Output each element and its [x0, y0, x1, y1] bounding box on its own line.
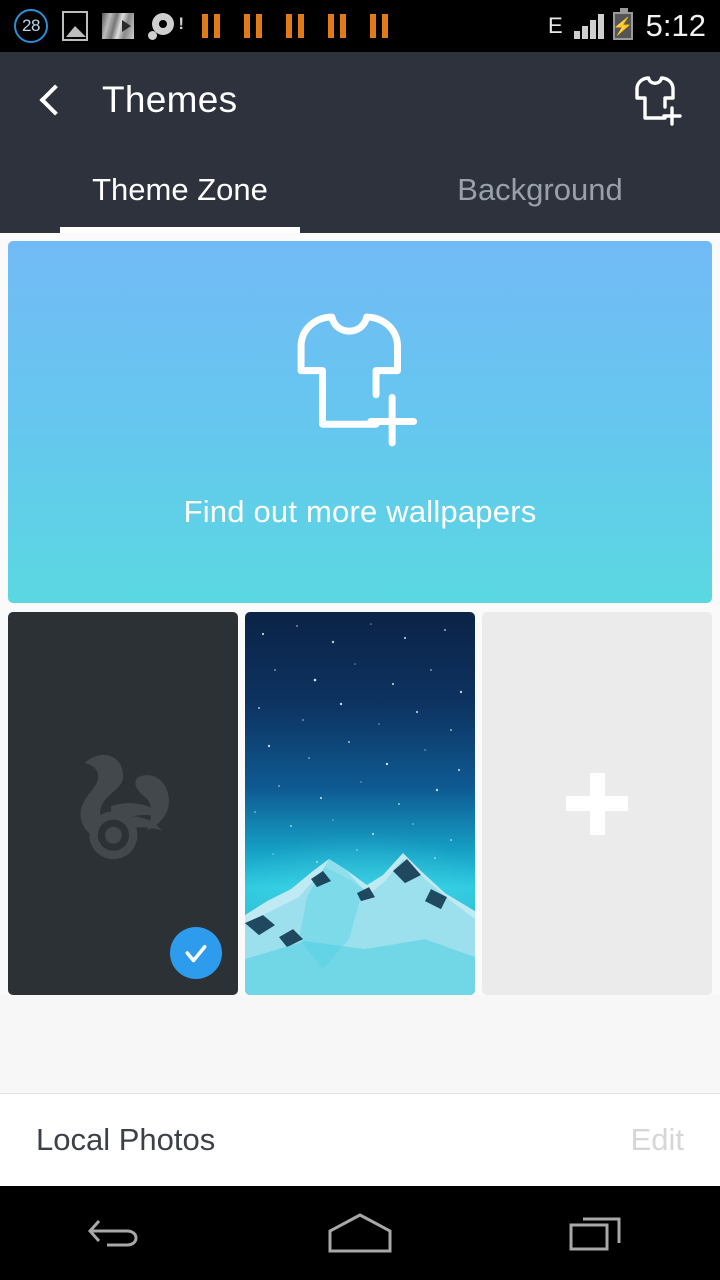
tab-theme-zone-label: Theme Zone: [92, 172, 268, 207]
check-icon: [185, 945, 207, 963]
tab-background[interactable]: Background: [360, 147, 720, 233]
banner-tshirt-add-icon: [285, 305, 435, 452]
starry-mountain-wallpaper-thumbnail[interactable]: [245, 612, 475, 995]
signal-bars-icon: [573, 13, 604, 39]
status-bar-notifications: 28 !: [14, 9, 548, 43]
disc-warning-icon: !: [148, 11, 184, 41]
back-chevron-icon: [39, 83, 71, 116]
app-header: Themes: [0, 52, 720, 147]
pause-icon: [202, 14, 220, 38]
media-thumbnail-icon: [102, 13, 134, 39]
photo-icon: [62, 11, 88, 41]
pause-icon: [244, 14, 262, 38]
status-bar-clock: 5:12: [645, 8, 706, 43]
nav-back-button[interactable]: [0, 1211, 240, 1255]
battery-charging-icon: ⚡: [612, 8, 633, 40]
android-nav-bar: [0, 1186, 720, 1280]
status-bar-system: E ⚡ 5:12: [548, 8, 706, 44]
add-theme-button[interactable]: [624, 65, 694, 135]
local-photos-bar: Local Photos Edit: [0, 1094, 720, 1186]
nav-home-icon: [328, 1213, 392, 1253]
tshirt-add-icon: [635, 75, 682, 126]
circle-badge-28-icon: 28: [14, 9, 48, 43]
pause-icon: [328, 14, 346, 38]
network-type-label: E: [547, 13, 563, 38]
status-bar: 28 ! E ⚡ 5:12: [0, 0, 720, 52]
edit-button[interactable]: Edit: [631, 1122, 684, 1158]
tab-bar: Theme Zone Background: [0, 147, 720, 233]
pause-icon: [370, 14, 388, 38]
plus-icon-vertical: [589, 772, 605, 835]
page-title: Themes: [102, 78, 238, 120]
local-photos-label: Local Photos: [36, 1122, 216, 1157]
pause-icon-group: [202, 14, 388, 38]
nav-recents-button[interactable]: [480, 1209, 720, 1257]
wallpaper-grid: [8, 612, 712, 995]
nav-recents-icon: [569, 1217, 621, 1251]
add-wallpaper-tile[interactable]: [482, 612, 712, 995]
mountain-silhouette: [245, 852, 475, 995]
selected-check-badge: [170, 927, 222, 979]
themes-screen: 28 ! E ⚡ 5:12 Themes Theme Zone Backgrou…: [0, 0, 720, 1280]
content-filler: [0, 995, 720, 1093]
tab-background-label: Background: [457, 172, 623, 207]
back-button[interactable]: [26, 71, 84, 129]
find-more-wallpapers-banner[interactable]: Find out more wallpapers: [8, 241, 712, 603]
default-theme-thumbnail[interactable]: [8, 612, 238, 995]
nav-back-icon: [87, 1219, 138, 1247]
nav-home-button[interactable]: [240, 1209, 480, 1257]
uc-browser-squirrel-logo-icon: [80, 754, 169, 859]
banner-label: Find out more wallpapers: [183, 493, 537, 529]
tab-theme-zone[interactable]: Theme Zone: [0, 147, 360, 233]
pause-icon: [286, 14, 304, 38]
